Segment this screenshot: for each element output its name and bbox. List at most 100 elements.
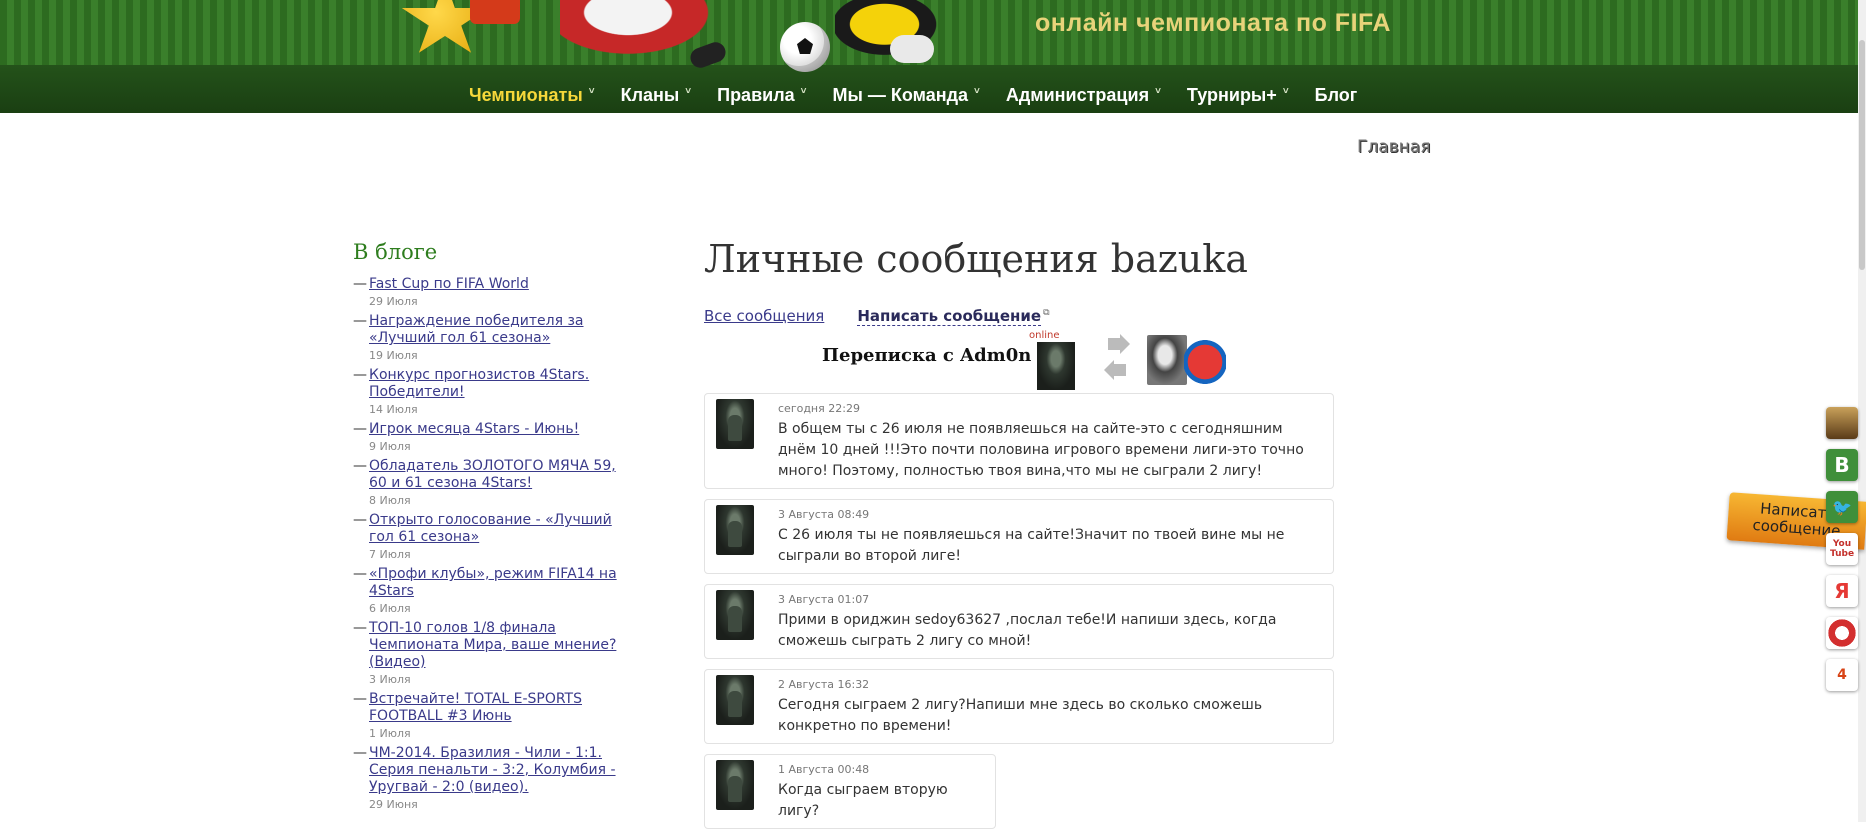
football-icon <box>780 22 830 72</box>
message-actions: Все сообщения Написать сообщение ⧉ <box>704 307 1334 326</box>
write-message-link[interactable]: Написать сообщение <box>857 307 1042 326</box>
blog-post-link[interactable]: Обладатель ЗОЛОТОГО МЯЧА 59, 60 и 61 сез… <box>369 458 623 492</box>
blog-post-link[interactable]: Награждение победителя за «Лучший гол 61… <box>369 313 623 347</box>
nav-item-team[interactable]: Мы — Команда ˅ <box>833 85 980 106</box>
sender-avatar[interactable] <box>716 505 754 555</box>
nav-item-tournaments[interactable]: Турниры+ ˅ <box>1187 85 1289 106</box>
chevron-down-icon: ˅ <box>685 85 692 97</box>
all-messages-link[interactable]: Все сообщения <box>704 307 824 325</box>
sender-avatar[interactable] <box>716 760 754 810</box>
list-item: — Открыто голосование - «Лучший гол 61 се… <box>353 512 623 561</box>
club-logo-icon <box>1184 339 1226 385</box>
message-time: 2 Августа 16:32 <box>778 678 870 691</box>
nav-item-label: Администрация <box>1005 84 1150 105</box>
blog-post-date: 14 Июля <box>369 403 418 416</box>
exchange-arrows-icon <box>1104 334 1130 380</box>
list-item: — ЧМ-2014. Бразилия - Чили - 1:1. Серия п… <box>353 745 623 811</box>
star-icon[interactable]: 4 <box>1826 659 1858 691</box>
list-dash: — <box>353 566 367 582</box>
chevron-down-icon: ˅ <box>974 85 980 97</box>
list-dash: — <box>353 620 367 636</box>
message-text: Когда сыграем вторую лигу? <box>778 782 948 819</box>
blog-post-date: 7 Июля <box>369 548 411 561</box>
yandex-icon[interactable]: Я <box>1826 575 1858 607</box>
sender-avatar[interactable] <box>716 675 754 725</box>
message-time: сегодня 22:29 <box>778 402 860 415</box>
nav-item-blog[interactable]: Блог <box>1315 85 1358 106</box>
blog-sidebar: В блоге — Fast Cup по FIFA World 29 Июля … <box>353 240 623 816</box>
popup-icon: ⧉ <box>1043 308 1050 318</box>
message-item: 3 Августа 08:49 С 26 июля ты не появляеш… <box>704 499 1334 574</box>
sender-avatar[interactable] <box>716 399 754 449</box>
list-dash: — <box>353 691 367 707</box>
chevron-down-icon: ˅ <box>1155 85 1161 97</box>
list-item: — Конкурс прогнозистов 4Stars. Победители… <box>353 367 623 416</box>
correspondent-avatar[interactable] <box>1037 342 1075 390</box>
nav-item-clans[interactable]: Кланы ˅ <box>621 85 692 106</box>
header-tagline: онлайн чемпионата по FIFA <box>1035 9 1391 37</box>
message-text: Прими в ориджин sedoy63627 ,послал тебе!… <box>778 612 1277 649</box>
list-dash: — <box>353 276 367 292</box>
breadcrumb-home-link[interactable]: Главная <box>1357 137 1430 157</box>
write-message-link-wrap: Написать сообщение ⧉ <box>857 307 1050 326</box>
list-item: — Обладатель ЗОЛОТОГО МЯЧА 59, 60 и 61 се… <box>353 458 623 507</box>
glove-illustration <box>890 35 934 63</box>
blog-post-date: 1 Июля <box>369 727 411 740</box>
message-text: С 26 июля ты не появляешься на сайте!Зна… <box>778 527 1285 564</box>
blog-post-date: 8 Июля <box>369 494 411 507</box>
social-rail: В 🐦 You Tube Я 4 <box>1826 407 1866 701</box>
message-time: 3 Августа 01:07 <box>778 593 870 606</box>
list-item: — Игрок месяца 4Stars - Июнь! 9 Июля <box>353 421 623 453</box>
scrollbar-thumb[interactable] <box>1859 40 1865 270</box>
nav-item-label: Мы — Команда <box>832 84 969 105</box>
blog-post-link[interactable]: ЧМ-2014. Бразилия - Чили - 1:1. Серия пе… <box>369 745 623 796</box>
twitter-icon[interactable]: 🐦 <box>1826 491 1858 523</box>
vkontakte-icon[interactable]: В <box>1826 449 1858 481</box>
lifebuoy-icon[interactable] <box>1826 617 1858 649</box>
list-dash: — <box>353 367 367 383</box>
nav-item-rules[interactable]: Правила ˅ <box>717 85 806 106</box>
nav-item-administration[interactable]: Администрация ˅ <box>1006 85 1161 106</box>
sidebar-title: В блоге <box>353 240 438 264</box>
chevron-down-icon: ˅ <box>1282 85 1289 97</box>
blog-post-date: 29 Июня <box>369 798 418 811</box>
message-text: В общем ты с 26 июля не появляешься на с… <box>778 421 1304 479</box>
site-header: онлайн чемпионата по FIFA Чемпионаты ˅ Кл… <box>0 0 1858 113</box>
list-item: — Встречайте! TOTAL E-SPORTS FOOTBALL #3 … <box>353 691 623 740</box>
user-avatar[interactable] <box>1147 335 1187 385</box>
list-dash: — <box>353 421 367 437</box>
message-text: Сегодня сыграем 2 лигу?Напиши мне здесь … <box>778 697 1263 734</box>
correspondence-header: Переписка с Adm0n online <box>704 329 1334 390</box>
page-title: Личные сообщения bazuka <box>704 237 1248 281</box>
blog-post-link[interactable]: Игрок месяца 4Stars - Июнь! <box>369 421 579 438</box>
sender-avatar[interactable] <box>716 590 754 640</box>
blog-post-link[interactable]: Встречайте! TOTAL E-SPORTS FOOTBALL #3 И… <box>369 691 623 725</box>
blog-post-link[interactable]: ТОП-10 голов 1/8 финала Чемпионата Мира,… <box>369 620 623 671</box>
nav-item-label: Правила <box>717 84 795 105</box>
message-item: сегодня 22:29 В общем ты с 26 июля не по… <box>704 393 1334 489</box>
list-item: — Награждение победителя за «Лучший гол 6… <box>353 313 623 362</box>
blog-post-date: 9 Июля <box>369 440 411 453</box>
blog-post-link[interactable]: Fast Cup по FIFA World <box>369 276 529 293</box>
officer-cap-icon[interactable] <box>1826 407 1858 439</box>
chevron-down-icon: ˅ <box>800 85 807 97</box>
blog-post-date: 19 Июля <box>369 349 418 362</box>
blog-post-link[interactable]: Конкурс прогнозистов 4Stars. Победители! <box>369 367 623 401</box>
nav-item-label: Блог <box>1314 84 1358 105</box>
message-item: 1 Августа 00:48 Когда сыграем вторую лиг… <box>704 754 996 829</box>
correspondence-title: Переписка с Adm0n <box>822 345 1032 366</box>
list-item: — ТОП-10 голов 1/8 финала Чемпионата Мира… <box>353 620 623 686</box>
list-dash: — <box>353 512 367 528</box>
blog-post-link[interactable]: Открыто голосование - «Лучший гол 61 сез… <box>369 512 623 546</box>
list-dash: — <box>353 745 367 761</box>
logo-badge <box>470 0 520 24</box>
list-item: — Fast Cup по FIFA World 29 Июля <box>353 276 623 308</box>
list-dash: — <box>353 313 367 329</box>
youtube-icon[interactable]: You Tube <box>1826 533 1858 565</box>
blog-post-link[interactable]: «Профи клубы», режим FIFA14 на 4Stars <box>369 566 623 600</box>
nav-item-championships[interactable]: Чемпионаты ˅ <box>469 85 595 106</box>
messages-main: Личные сообщения bazuka Все сообщения На… <box>704 237 1334 829</box>
blog-post-date: 6 Июля <box>369 602 411 615</box>
main-nav: Чемпионаты ˅ Кланы ˅ Правила ˅ Мы — Команда… <box>469 80 1383 110</box>
message-time: 1 Августа 00:48 <box>778 763 870 776</box>
